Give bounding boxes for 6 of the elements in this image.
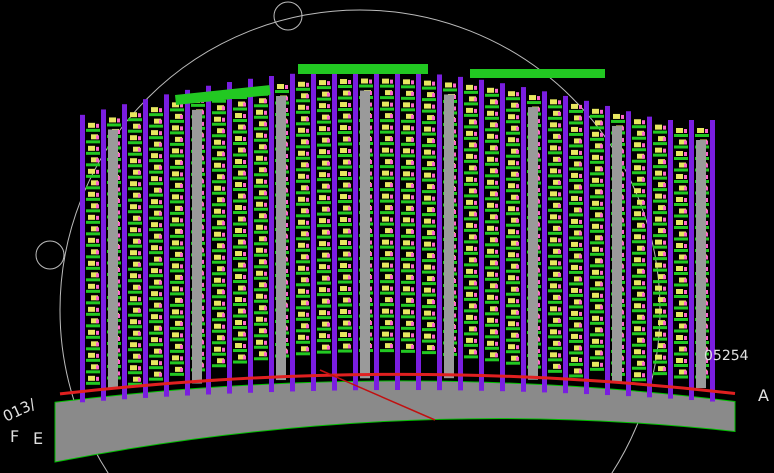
grid-label: 013/ <box>0 395 38 426</box>
grid-label: A <box>758 386 769 405</box>
grid-label: F <box>10 427 20 446</box>
orbit-handle-icon[interactable] <box>36 240 64 270</box>
orbit-handle-icon[interactable] <box>274 2 302 30</box>
grid-label: E <box>33 429 44 448</box>
